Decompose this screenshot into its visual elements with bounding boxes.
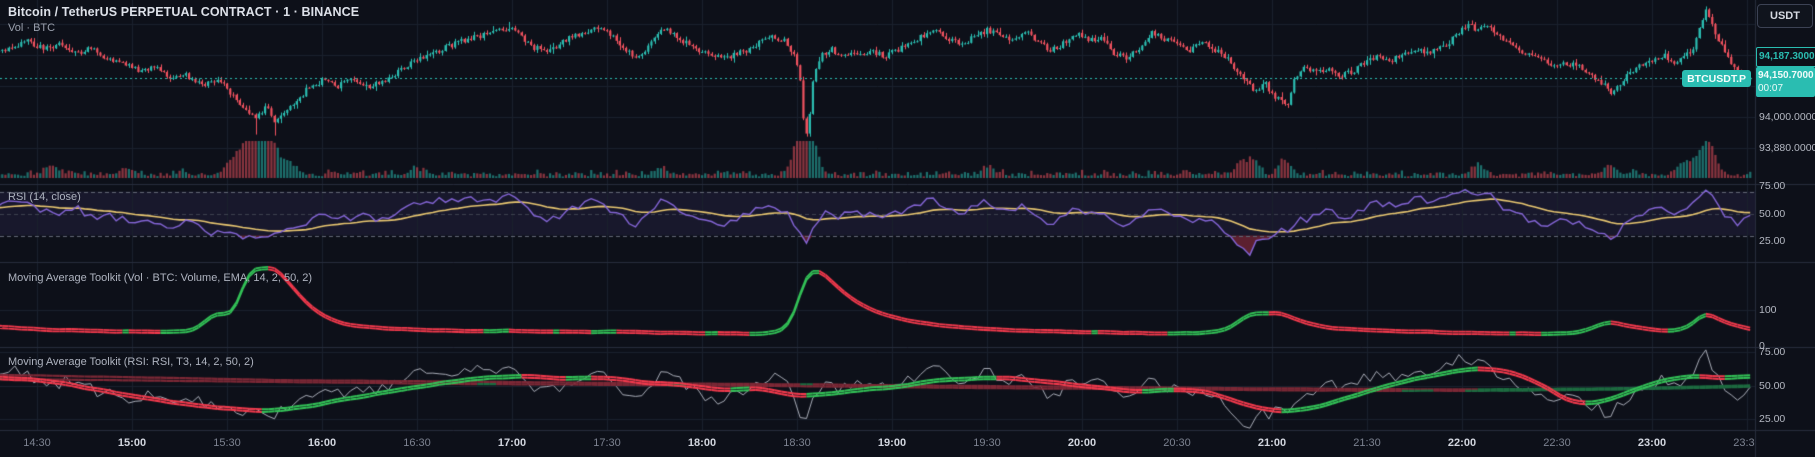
scale-tick-rsi: 25.00: [1759, 235, 1786, 247]
scale-tick-rsi: 75.00: [1759, 180, 1786, 192]
current-price-value: 94,150.7000: [1758, 69, 1814, 81]
scale-tick-price: 93,880.0000: [1759, 142, 1815, 154]
time-label: 18:00: [687, 437, 717, 449]
time-label: 18:30: [783, 437, 811, 449]
scale-tick-mat_rsi: 50.00: [1759, 379, 1786, 392]
scale-tick-mat_rsi: 75.00: [1759, 346, 1786, 358]
mat-rsi-pane-title[interactable]: Moving Average Toolkit (RSI: RSI, T3, 14…: [8, 356, 254, 368]
time-label: 23:00: [1637, 437, 1667, 449]
current-price-label: 94,150.7000 00:07: [1756, 67, 1815, 97]
time-label: 21:30: [1353, 437, 1381, 449]
time-label: 16:00: [307, 437, 337, 449]
time-axis[interactable]: 14:30 15:00 15:30 16:00 16:30 17:00 17:30 18:00…: [0, 430, 1755, 457]
time-label: 17:30: [593, 437, 621, 449]
trading-chart-window: Bitcoin / TetherUS PERPETUAL CONTRACT · …: [0, 0, 1815, 457]
volume-indicator-title[interactable]: Vol · BTC: [8, 22, 55, 34]
time-label: 16:30: [403, 437, 431, 449]
scale-tick-rsi: 50.00: [1759, 207, 1786, 220]
time-label: 19:30: [973, 437, 1001, 449]
time-label: 23:30: [1733, 437, 1755, 449]
time-label: 22:30: [1543, 437, 1571, 449]
scale-tick-mat_rsi: 25.00: [1759, 413, 1786, 425]
symbol-title[interactable]: Bitcoin / TetherUS PERPETUAL CONTRACT · …: [8, 5, 359, 19]
rsi-pane-title[interactable]: RSI (14, close): [8, 191, 81, 203]
mat-volume-pane-title[interactable]: Moving Average Toolkit (Vol · BTC: Volum…: [8, 272, 312, 284]
time-label: 20:00: [1067, 437, 1097, 449]
symbol-tag: BTCUSDT.P: [1682, 70, 1751, 87]
time-label: 14:30: [23, 437, 51, 449]
time-label: 22:00: [1447, 437, 1477, 449]
time-label: 19:00: [877, 437, 907, 449]
time-label: 20:30: [1163, 437, 1191, 449]
time-label: 17:00: [497, 437, 527, 449]
secondary-price-label: 94,187.3000: [1756, 47, 1815, 67]
time-label: 15:30: [213, 437, 241, 449]
time-label: 21:00: [1257, 437, 1287, 449]
bar-countdown: 00:07: [1758, 82, 1784, 94]
scale-tick-price: 94,000.0000: [1759, 111, 1815, 123]
time-label: 15:00: [117, 437, 147, 449]
chart-canvas[interactable]: [0, 0, 1815, 457]
scale-tick-mat_volume: 100: [1759, 304, 1777, 316]
